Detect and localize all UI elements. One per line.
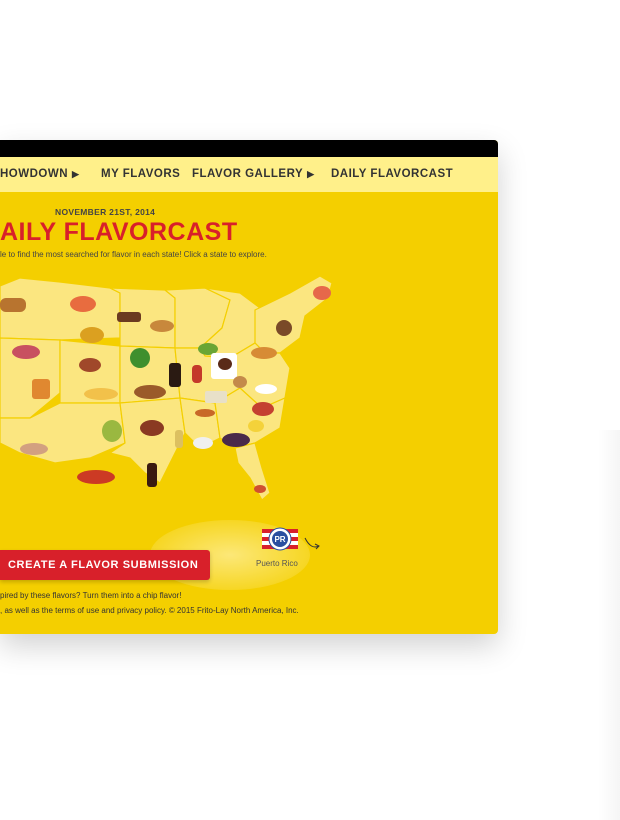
grilled-cheese-icon[interactable] (0, 298, 26, 312)
inspire-text: pired by these flavors? Turn them into a… (0, 591, 182, 600)
pancakes-icon[interactable] (251, 347, 277, 359)
hot-sauce-icon[interactable] (77, 470, 115, 484)
beer-bottle-icon[interactable] (169, 363, 181, 387)
shrimp-icon[interactable] (254, 485, 266, 493)
meat-icon[interactable] (195, 409, 215, 417)
legal-text: , as well as the terms of use and privac… (0, 606, 299, 615)
puerto-rico-label[interactable]: Puerto Rico (256, 559, 298, 568)
curved-arrow-icon (304, 537, 320, 550)
side-shadow (598, 430, 620, 820)
caret-right-icon: ▶ (72, 169, 80, 179)
nav-item-showdown[interactable]: HOWDOWN ▶ (0, 168, 79, 180)
soy-sauce-icon[interactable] (147, 463, 157, 487)
blackberries-icon[interactable] (222, 433, 250, 447)
crab-icon[interactable] (255, 384, 277, 394)
nav-item-label: FLAVOR GALLERY (192, 168, 304, 180)
puerto-rico-flag-icon[interactable]: PR (262, 525, 298, 553)
cookie-icon[interactable] (276, 320, 292, 336)
flavorcast-panel: HOWDOWN ▶ MY FLAVORS FLAVOR GALLERY ▶ DAIL… (0, 140, 498, 634)
chocolate-icon[interactable] (218, 358, 232, 370)
top-black-bar (0, 140, 498, 157)
tea-icon[interactable] (80, 327, 104, 343)
hot-dog-icon[interactable] (192, 365, 202, 383)
broccoli-icon[interactable] (130, 348, 150, 368)
bread-icon[interactable] (205, 391, 227, 403)
nav-item-flavor-gallery[interactable]: FLAVOR GALLERY ▶ (192, 168, 315, 180)
ham-icon[interactable] (70, 296, 96, 312)
us-map (0, 275, 333, 501)
nav-item-daily-flavorcast[interactable]: DAILY FLAVORCAST (331, 168, 453, 180)
turkey-icon[interactable] (20, 443, 48, 455)
brownie-icon[interactable] (117, 312, 141, 322)
create-flavor-submission-button[interactable]: CREATE A FLAVOR SUBMISSION (0, 550, 210, 580)
sausage-icon[interactable] (79, 358, 101, 372)
lemon-icon[interactable] (248, 420, 264, 432)
ribs-icon[interactable] (140, 420, 164, 436)
caret-right-icon: ▶ (307, 169, 315, 179)
main-nav: HOWDOWN ▶ MY FLAVORS FLAVOR GALLERY ▶ DAIL… (0, 157, 498, 192)
tacos-icon[interactable] (134, 385, 166, 399)
nav-item-label: HOWDOWN (0, 168, 69, 180)
lobster-icon[interactable] (313, 286, 331, 300)
beer-glass-icon[interactable] (32, 379, 50, 399)
prosciutto-icon[interactable] (12, 345, 40, 359)
pr-badge-text: PR (274, 535, 285, 544)
bottle-icon[interactable] (175, 430, 183, 448)
bacon-icon[interactable] (252, 402, 274, 416)
page-title: AILY FLAVORCAST (0, 218, 238, 246)
pie-icon[interactable] (150, 320, 174, 332)
mac-cheese-icon[interactable] (84, 388, 118, 400)
pears-icon[interactable] (102, 420, 122, 442)
nav-item-label: MY FLAVORS (101, 168, 181, 180)
nav-item-label: DAILY FLAVORCAST (331, 168, 454, 180)
forecast-date: NOVEMBER 21ST, 2014 (55, 207, 156, 217)
nav-item-my-flavors[interactable]: MY FLAVORS (101, 168, 180, 180)
steak-icon[interactable] (233, 376, 247, 388)
page-subtitle: le to find the most searched for flavor … (0, 250, 267, 259)
grits-icon[interactable] (193, 437, 213, 449)
